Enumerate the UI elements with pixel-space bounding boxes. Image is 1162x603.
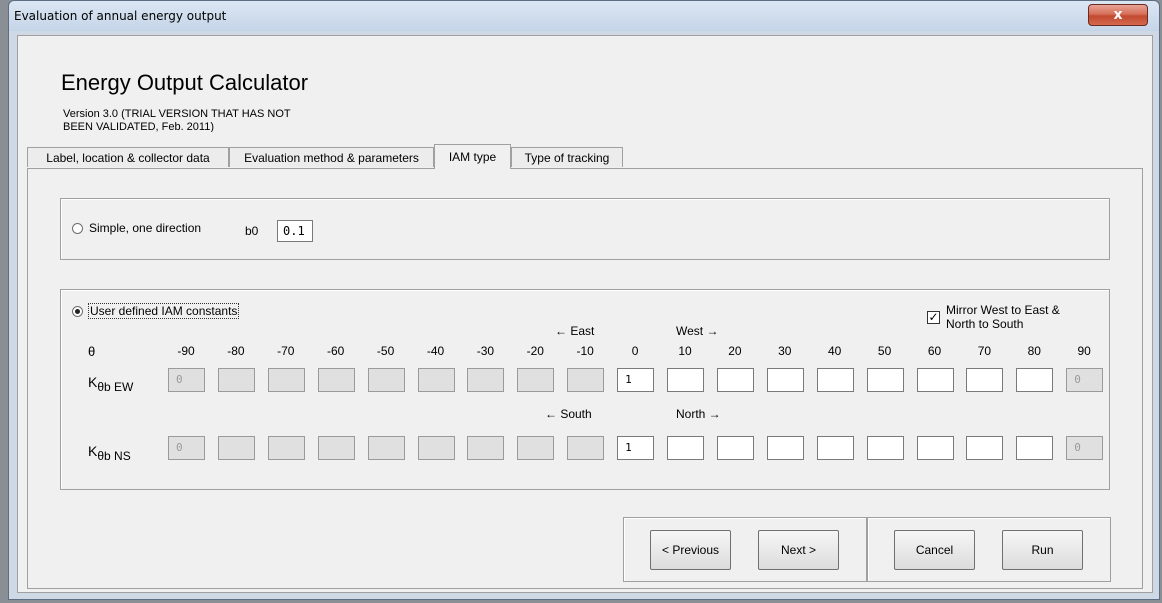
k-ns-cell[interactable] [816,436,854,460]
k-ew-subscript: θb EW [97,380,134,394]
k-ew-cell[interactable] [816,368,854,392]
angle-label: 40 [828,344,842,358]
k-ew-cell[interactable] [1016,368,1054,392]
simple-iam-frame [60,198,1110,260]
k-ew-cell [267,368,305,392]
angle-label: -50 [376,344,395,358]
b0-label: b0 [245,224,259,238]
tab-evaluation-method[interactable]: Evaluation method & parameters [229,147,434,167]
angle-label: 80 [1027,344,1041,358]
k-ns-cell [517,436,555,460]
k-ns-cell: 0 [168,436,205,460]
user-defined-radio[interactable] [72,306,83,317]
mirror-checkbox[interactable]: ✓ [927,311,940,324]
east-label: ← East [555,324,595,338]
close-button[interactable]: x [1088,4,1148,26]
k-ew-cell [417,368,455,392]
k-ns-cell[interactable] [716,436,754,460]
k-ew-cell: 0 [168,368,205,392]
k-ns-cell [217,436,255,460]
k-ns-cell [467,436,505,460]
k-ew-label: Kθb EW [88,374,133,394]
angle-label: -10 [576,344,594,358]
simple-radio[interactable] [72,223,83,234]
k-ns-cell[interactable] [916,436,954,460]
k-ew-cell[interactable] [667,368,704,392]
next-button[interactable]: Next > [758,530,839,570]
k-ns-cell[interactable] [1016,436,1054,460]
k-ew-cell [217,368,255,392]
k-ns-cell: 0 [1066,436,1104,460]
angle-label: -30 [476,344,495,358]
k-ns-cell [267,436,305,460]
k-ew-cell[interactable] [916,368,954,392]
k-ns-subscript: θb NS [97,449,131,463]
app-title: Energy Output Calculator [61,70,309,95]
k-ew-cell [317,368,355,392]
k-ew-cell [367,368,405,392]
angle-label: -40 [426,344,445,358]
radio-dot [75,309,80,314]
angle-label: 70 [977,344,992,358]
cancel-button[interactable]: Cancel [894,530,975,570]
mirror-label-line1: Mirror West to East & [946,303,1060,317]
k-ew-cell [517,368,555,392]
k-ns-cell[interactable] [667,436,704,460]
tab-label: Evaluation method & parameters [244,151,419,165]
mirror-label[interactable]: Mirror West to East & North to South [946,303,1060,331]
angle-label: 0 [631,344,639,358]
k-ns-cell [417,436,455,460]
angle-label: 90 [1077,344,1091,358]
k-ew-cell[interactable]: 1 [617,368,655,392]
k-ns-letter: K [88,443,98,459]
k-ns-cell [367,436,405,460]
k-ns-label: Kθb NS [88,443,131,463]
tab-iam-type[interactable]: IAM type [434,144,511,169]
k-ew-cell[interactable] [766,368,804,392]
k-ns-cell [567,436,605,460]
tab-label: IAM type [448,150,497,164]
angle-label: -70 [277,344,295,358]
angle-label: -20 [526,344,544,358]
run-button[interactable]: Run [1002,530,1083,570]
k-ns-cell[interactable] [766,436,804,460]
north-label: North → [676,407,721,421]
k-ew-cell[interactable] [966,368,1004,392]
b0-input[interactable]: 0.1 [277,220,313,242]
tab-type-of-tracking[interactable]: Type of tracking [511,147,623,167]
k-ew-cell[interactable] [716,368,754,392]
window-title: Evaluation of annual energy output [14,9,227,23]
angle-label: 60 [927,344,942,358]
west-label: West → [676,324,719,338]
angle-label: -90 [177,344,195,358]
angle-label: -60 [327,344,345,358]
k-ns-cell[interactable] [866,436,904,460]
angle-label: 20 [728,344,742,358]
angle-label: -80 [227,344,245,358]
k-ns-cell[interactable]: 1 [617,436,655,460]
tab-label-location[interactable]: Label, location & collector data [27,147,229,167]
k-ew-cell [567,368,605,392]
k-ew-letter: K [88,374,98,390]
angle-label: 10 [678,344,692,358]
k-ew-cell: 0 [1066,368,1104,392]
tab-label: Label, location & collector data [46,151,210,165]
previous-button[interactable]: < Previous [650,530,731,570]
angle-label: 30 [778,344,792,358]
tab-label: Type of tracking [524,151,610,165]
theta-symbol: θ [88,344,96,359]
south-label: ← South [545,407,592,421]
k-ew-cell[interactable] [866,368,904,392]
k-ew-cell [467,368,505,392]
mirror-label-line2: North to South [946,317,1024,331]
k-ns-cell [317,436,355,460]
k-ns-cell[interactable] [966,436,1004,460]
angle-label: 50 [877,344,892,358]
simple-label[interactable]: Simple, one direction [89,221,201,235]
user-defined-label[interactable]: User defined IAM constants [88,303,240,319]
version-text: Version 3.0 (TRIAL VERSION THAT HAS NOT … [63,108,291,132]
